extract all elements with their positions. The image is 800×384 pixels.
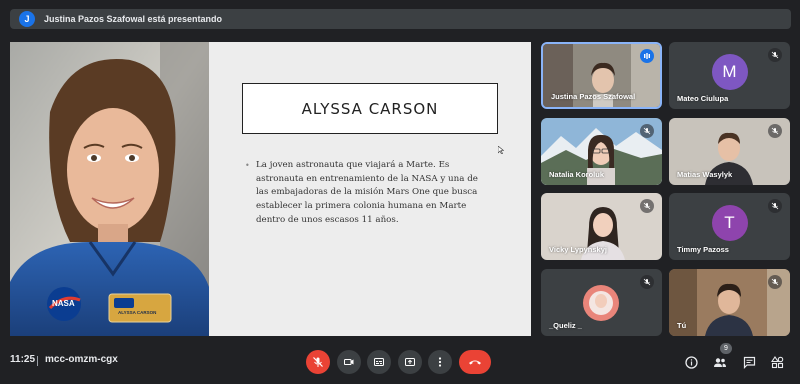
call-end-icon [469,360,481,365]
slide-title: ALYSSA CARSON [301,99,439,118]
activities-button[interactable] [768,353,786,371]
participant-name: Mateo Ciulupa [677,94,729,103]
slide-title-box: ALYSSA CARSON [242,83,498,134]
name-badge-text: ALYSSA CARSON [118,310,157,315]
participant-name: Tú [677,321,687,330]
participant-name: _Queliz _ [549,321,582,330]
presentation-stage: NASA ALYSSA CARSON ALYSSA CARSON • La jo… [10,42,531,336]
participant-tile-self[interactable]: Tú [669,269,790,336]
hang-up-button[interactable] [459,350,491,374]
participant-tile[interactable]: Vicky Lypynskyj [541,193,662,260]
participant-tile[interactable]: Natalia Koroluk [541,118,662,185]
microphone-toggle-button[interactable] [306,350,330,374]
astronaut-photo [10,42,209,336]
people-icon [714,357,726,367]
camera-toggle-button[interactable] [337,350,361,374]
mic-off-icon [640,275,654,289]
chat-icon [743,356,755,369]
chat-button[interactable] [740,353,758,371]
participant-count-badge: 9 [720,343,732,354]
participant-name: Vicky Lypynskyj [549,245,607,254]
mic-off-icon [768,199,782,213]
presenting-banner: J Justina Pazos Szafowal está presentand… [10,9,791,29]
presenting-text: Justina Pazos Szafowal está presentando [44,14,223,24]
mouse-pointer-icon [498,146,504,154]
divider [37,356,38,366]
shapes-icon [770,355,783,368]
participants-button[interactable] [711,353,729,371]
mic-off-icon [768,275,782,289]
slide-photo: NASA ALYSSA CARSON [10,42,209,336]
meeting-details-button[interactable] [682,353,700,371]
present-screen-icon [405,358,415,366]
participant-tile[interactable]: Justina Pazos Szafowal [541,42,662,109]
participant-name: Matias Wasylyk [677,170,733,179]
participant-tile[interactable]: Matias Wasylyk [669,118,790,185]
captions-button[interactable] [367,350,391,374]
mic-off-icon [640,199,654,213]
presenter-avatar: J [19,11,35,27]
participant-tile[interactable]: _Queliz _ [541,269,662,336]
camera-icon [344,359,354,365]
mic-off-icon [640,124,654,138]
slide-body-text: La joven astronauta que viajará a Marte.… [256,160,478,225]
info-icon [684,355,698,369]
mic-off-icon [768,48,782,62]
participant-name: Natalia Koroluk [549,170,605,179]
participant-tile[interactable]: T Timmy Pazoss [669,193,790,260]
participant-name: Justina Pazos Szafowal [551,92,636,101]
present-now-button[interactable] [398,350,422,374]
participant-avatar: T [711,204,748,241]
slide-bullet-text: • La joven astronauta que viajará a Mart… [245,159,492,228]
captions-icon [374,358,384,366]
participant-tile[interactable]: M Mateo Ciulupa [669,42,790,109]
slide: ALYSSA CARSON • La joven astronauta que … [209,42,531,336]
speaking-indicator-icon [640,49,654,63]
meeting-code[interactable]: mcc-omzm-cgx [45,354,118,365]
mic-off-icon [768,124,782,138]
more-options-button[interactable] [428,350,452,374]
clock: 11:25 [10,354,36,365]
more-vert-icon [438,357,442,367]
bottom-toolbar: 11:25 mcc-omzm-cgx 9 [0,343,800,384]
participant-avatar: M [711,53,748,90]
participant-name: Timmy Pazoss [677,245,729,254]
mic-off-icon [313,357,323,367]
bullet-icon: • [245,161,250,170]
nasa-patch-text: NASA [52,299,75,308]
